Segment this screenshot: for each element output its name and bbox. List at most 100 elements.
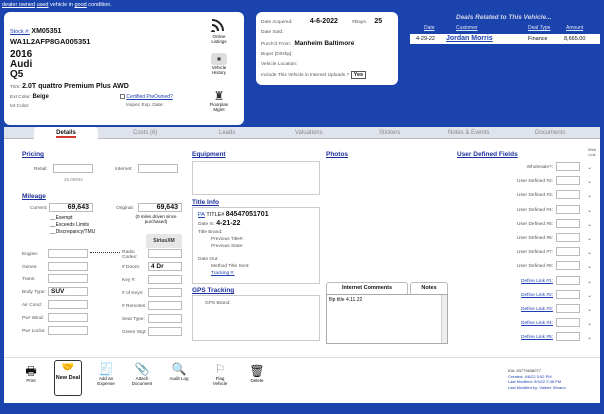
tab-valuations[interactable]: Valuations [295, 130, 323, 136]
deals-header-amount[interactable]: Amount [566, 25, 583, 31]
add-expense-button[interactable]: 🧾 Add an Expense [92, 362, 120, 386]
chevron-down-icon[interactable]: ⌄ [587, 221, 592, 228]
chevron-down-icon[interactable]: ⌄ [587, 192, 592, 199]
title-state-link[interactable]: PA [198, 212, 205, 218]
online-listings-button[interactable]: Online Listings [207, 18, 231, 44]
tab-stickers[interactable]: Stickers [379, 130, 400, 136]
chevron-down-icon[interactable]: ⌄ [587, 334, 592, 341]
original-mileage-input[interactable]: 69,643 [138, 203, 182, 212]
uploads-yes-button[interactable]: Yes [350, 71, 367, 79]
chevron-down-icon[interactable]: ⌄ [587, 320, 592, 327]
chevron-down-icon[interactable]: ⌄ [587, 207, 592, 214]
ext-color-row: Ext Color: Beige [10, 94, 49, 100]
comments-textarea[interactable]: flip title 4.11.22 [326, 294, 448, 344]
chevron-down-icon[interactable]: ⌄ [587, 263, 592, 270]
audit-log-button[interactable]: 🔍 Audit Log [168, 362, 190, 381]
udf-input[interactable] [556, 204, 580, 214]
udf-input[interactable] [556, 332, 580, 342]
air-cond-input[interactable] [48, 300, 88, 309]
certified-label[interactable]: Certified PreOwned? [126, 94, 172, 100]
udf-input[interactable] [556, 247, 580, 257]
tracking-link[interactable]: Tracking #: [211, 271, 235, 276]
vehicle-history-button[interactable]: ▣ Vehicle History [207, 53, 231, 75]
related-deals-title: Deals Related to This Vehicle... [456, 14, 552, 21]
print-button[interactable]: 🖶 Print [20, 364, 42, 383]
pricing-heading: Pricing [22, 151, 45, 158]
pwr-locks-input[interactable] [48, 326, 88, 335]
udf-label[interactable]: Define Link #4: [457, 321, 553, 326]
gps-box: GPS Brand: [192, 295, 320, 341]
chevron-down-icon[interactable]: ⌄ [587, 235, 592, 242]
delete-button[interactable]: 🗑 Delete [246, 364, 268, 383]
num-keys-input[interactable] [148, 288, 182, 297]
chevron-down-icon[interactable]: ⌄ [587, 249, 592, 256]
chevron-down-icon[interactable]: ⌄ [587, 178, 592, 185]
tab-notes-events[interactable]: Notes & Events [448, 130, 489, 136]
doors-input[interactable]: 4 Dr [148, 262, 182, 271]
seat-type-input[interactable] [148, 314, 182, 323]
tab-notes[interactable]: Notes [410, 282, 448, 294]
udf-input[interactable] [556, 261, 580, 271]
udf-input[interactable] [556, 275, 580, 285]
title-number-row: PA TITLE# 84547051701 [198, 211, 269, 218]
tab-details[interactable]: Details [34, 127, 98, 139]
certified-checkbox[interactable] [120, 94, 125, 100]
radio-codes-input[interactable] [148, 249, 182, 258]
udf-input[interactable] [556, 233, 580, 242]
udf-label[interactable]: Define Link #3: [457, 307, 553, 312]
trim-value: 2.0T quattro Premium Plus AWD [22, 83, 129, 90]
exempt-checkbox[interactable]: __Exempt [50, 215, 95, 222]
body-type-input[interactable]: SUV [48, 287, 88, 296]
tab-costs[interactable]: Costs (6) [133, 130, 157, 136]
chevron-down-icon[interactable]: ⌄ [587, 306, 592, 313]
engine-input[interactable] [48, 249, 88, 258]
attach-document-button[interactable]: 📎 Attach Document [128, 362, 156, 386]
udf-input[interactable] [556, 289, 580, 299]
deals-header-date[interactable]: Date [424, 25, 435, 31]
deals-header-customer[interactable]: Customer [456, 25, 478, 31]
genes-input[interactable] [48, 262, 88, 271]
equipment-box[interactable] [192, 161, 320, 195]
tab-documents[interactable]: Documents [535, 130, 565, 136]
new-deal-button[interactable]: 🤝 New Deal [54, 360, 82, 396]
tab-leads[interactable]: Leads [219, 130, 235, 136]
trim-label: Trim: [10, 85, 21, 90]
green-wgt-input[interactable] [148, 327, 182, 336]
stock-label[interactable]: Stock #: [10, 29, 30, 35]
deal-customer[interactable]: Jordan Morris [446, 35, 493, 42]
udf-input[interactable] [556, 176, 580, 186]
web-link-header: Web Link [587, 147, 597, 157]
ownership-vehicle-in-text: vehicle in [50, 2, 73, 8]
exceeds-limits-checkbox[interactable]: __Exceeds Limits [50, 222, 95, 229]
key-input[interactable] [148, 275, 182, 284]
deal-row[interactable]: 4-29-22 Jordan Morris Finance 8,665.00 [410, 34, 600, 44]
retail-input[interactable] [53, 164, 93, 173]
udf-label[interactable]: Define Link #2: [457, 293, 553, 298]
internet-input[interactable] [138, 164, 178, 173]
flag-vehicle-button[interactable]: ⚐ Flag Vehicle [208, 362, 232, 386]
certified-row[interactable]: Certified PreOwned? [120, 94, 173, 100]
chevron-down-icon[interactable]: ⌄ [587, 278, 592, 285]
num-remotes-input[interactable] [148, 301, 182, 310]
ownership-condition-link[interactable]: good [75, 2, 87, 8]
current-mileage-input[interactable]: 69,643 [49, 203, 93, 212]
udf-input[interactable] [556, 162, 580, 171]
deals-header-type[interactable]: Deal Type [528, 25, 550, 31]
ownership-used-link[interactable]: used [37, 2, 49, 8]
udf-input[interactable] [556, 190, 580, 200]
udf-label[interactable]: Define Link #5: [457, 335, 553, 340]
udf-input[interactable] [556, 318, 580, 328]
pwr-wind-input[interactable] [48, 313, 88, 322]
ownership-owned-link[interactable]: dealer owned [2, 2, 35, 8]
chevron-down-icon[interactable]: ⌄ [587, 164, 592, 171]
udf-input[interactable] [556, 304, 580, 313]
udf-label[interactable]: Define Link #1: [457, 279, 553, 284]
trans-input[interactable] [48, 274, 88, 283]
udf-input[interactable] [556, 218, 580, 228]
tab-internet-comments[interactable]: Internet Comments [326, 282, 408, 294]
record-info: ID#: 63779638077 Created: 4/6/22 5:52 PM… [508, 368, 566, 390]
discrepancy-checkbox[interactable]: __Discrepancy/TMU [50, 229, 95, 236]
chevron-down-icon[interactable]: ⌄ [587, 292, 592, 299]
comments-scrollbar[interactable] [441, 295, 447, 343]
floorplan-button[interactable]: ♜ Floorplan Mgmt [207, 90, 231, 112]
